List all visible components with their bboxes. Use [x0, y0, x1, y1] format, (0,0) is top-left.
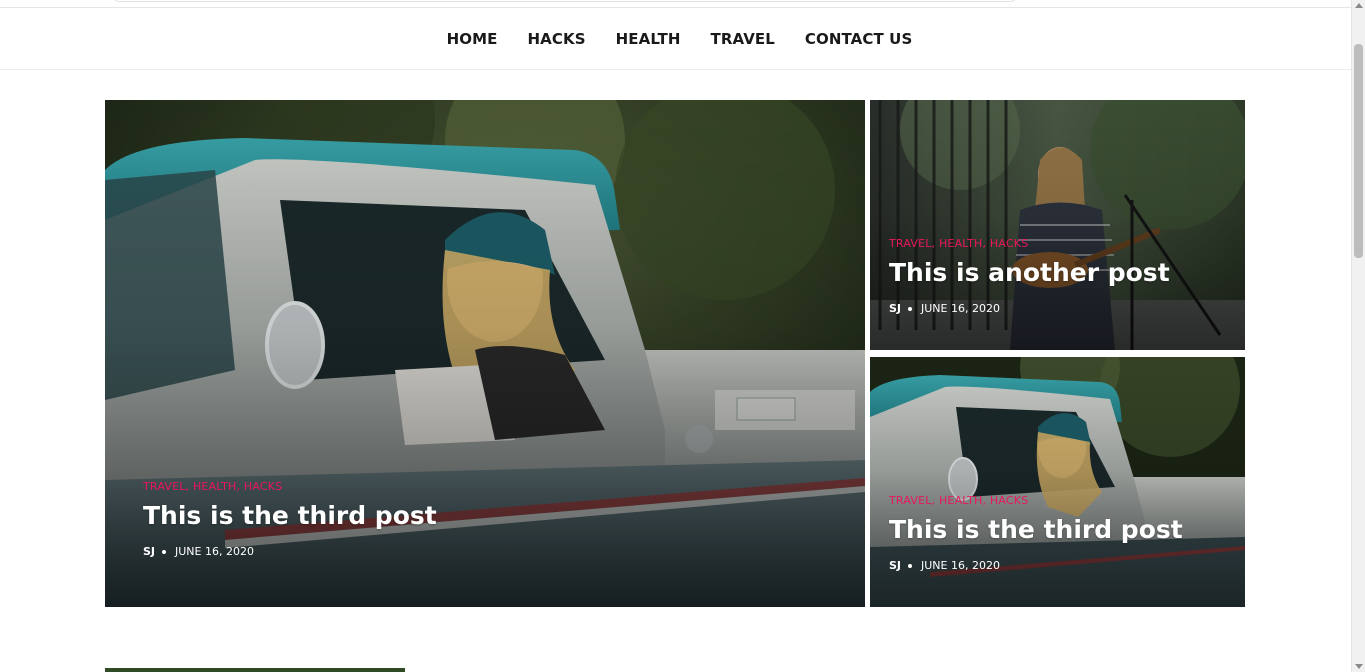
scroll-up-icon[interactable] [1355, 3, 1363, 8]
main-nav: HOME HACKS HEALTH TRAVEL CONTACT US [0, 8, 1351, 70]
post-byline: SJ JUNE 16, 2020 [889, 302, 1225, 315]
post-categories: TRAVEL, HEALTH, HACKS [143, 480, 283, 493]
separator-dot [908, 306, 913, 311]
nav-item-travel[interactable]: TRAVEL [711, 30, 775, 48]
category-link[interactable]: HEALTH [939, 237, 983, 250]
search-bar-edge[interactable] [112, 0, 1018, 2]
nav-item-home[interactable]: HOME [447, 30, 498, 48]
category-link[interactable]: HACKS [990, 494, 1028, 507]
post-author[interactable]: SJ [889, 559, 901, 572]
scrollbar-thumb[interactable] [1354, 44, 1363, 258]
post-date: JUNE 16, 2020 [921, 302, 1000, 315]
page-scrollbar[interactable] [1351, 0, 1365, 672]
category-link[interactable]: TRAVEL [143, 480, 186, 493]
next-post-thumbnail[interactable] [105, 668, 405, 672]
category-link[interactable]: HACKS [990, 237, 1028, 250]
featured-post-card-bottom-right[interactable]: TRAVEL, HEALTH, HACKS This is the third … [870, 357, 1245, 607]
category-link[interactable]: HEALTH [939, 494, 983, 507]
separator-dot [162, 549, 167, 554]
post-meta: TRAVEL, HEALTH, HACKS This is the third … [889, 494, 1225, 572]
separator-dot [908, 563, 913, 568]
post-meta: TRAVEL, HEALTH, HACKS This is the third … [143, 480, 845, 558]
post-title[interactable]: This is the third post [889, 515, 1225, 545]
nav-item-contact-us[interactable]: CONTACT US [805, 30, 912, 48]
post-author[interactable]: SJ [143, 545, 155, 558]
category-link[interactable]: HACKS [244, 480, 282, 493]
category-link[interactable]: TRAVEL [889, 494, 932, 507]
featured-post-card-top-right[interactable]: TRAVEL, HEALTH, HACKS This is another po… [870, 100, 1245, 350]
category-link[interactable]: HEALTH [193, 480, 237, 493]
post-byline: SJ JUNE 16, 2020 [889, 559, 1225, 572]
nav-item-health[interactable]: HEALTH [616, 30, 681, 48]
category-link[interactable]: TRAVEL [889, 237, 932, 250]
featured-post-card-main[interactable]: TRAVEL, HEALTH, HACKS This is the third … [105, 100, 865, 607]
post-author[interactable]: SJ [889, 302, 901, 315]
post-title[interactable]: This is the third post [143, 501, 845, 531]
top-strip [0, 0, 1351, 8]
nav-item-hacks[interactable]: HACKS [528, 30, 586, 48]
scroll-down-icon[interactable] [1355, 664, 1363, 669]
post-byline: SJ JUNE 16, 2020 [143, 545, 845, 558]
post-categories: TRAVEL, HEALTH, HACKS [889, 494, 1029, 507]
post-categories: TRAVEL, HEALTH, HACKS [889, 237, 1029, 250]
post-date: JUNE 16, 2020 [175, 545, 254, 558]
post-date: JUNE 16, 2020 [921, 559, 1000, 572]
post-title[interactable]: This is another post [889, 258, 1225, 288]
post-meta: TRAVEL, HEALTH, HACKS This is another po… [889, 237, 1225, 315]
